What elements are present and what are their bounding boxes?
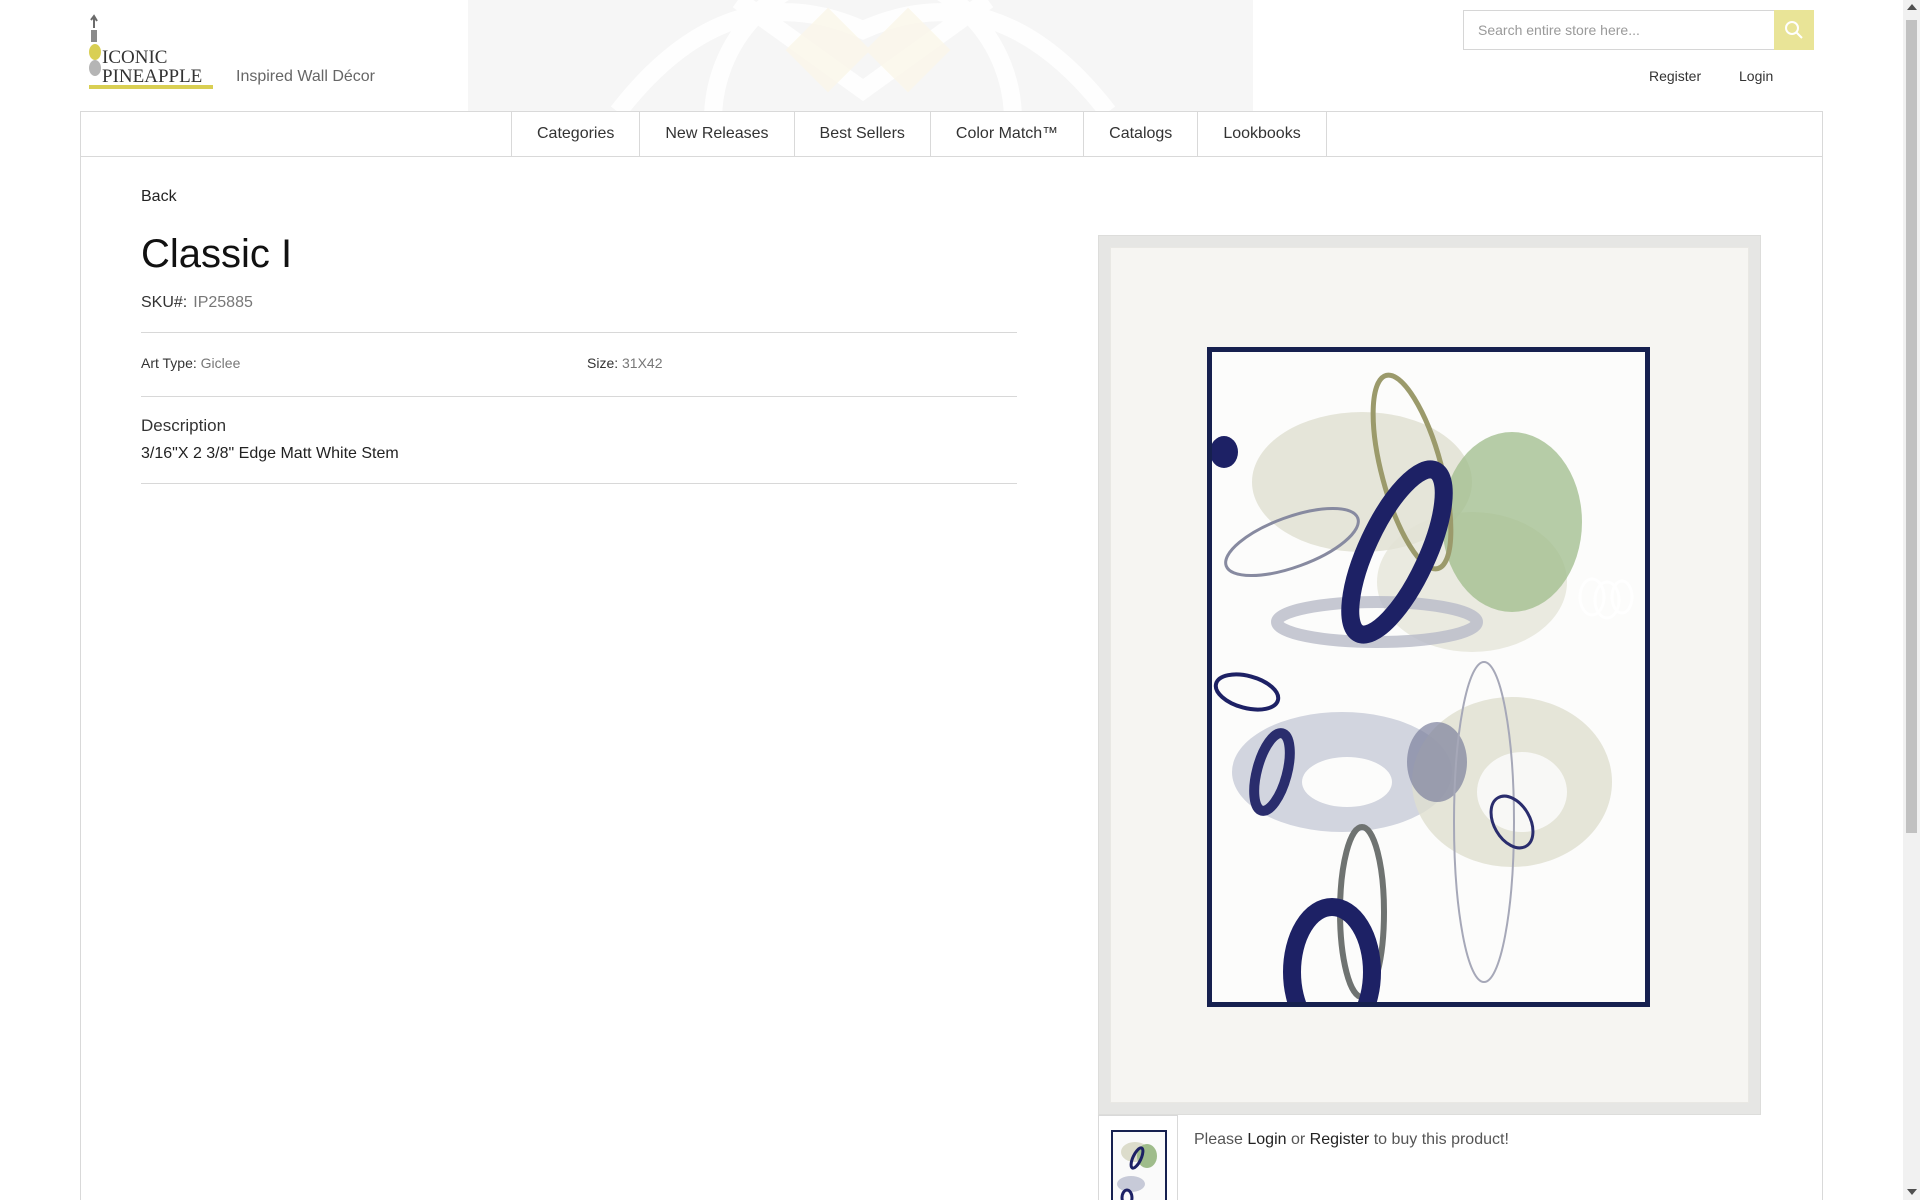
pineapple-pattern-graphic (610, 0, 1116, 112)
vertical-scrollbar[interactable] (1903, 0, 1920, 1200)
abstract-artwork-graphic (1212, 372, 1634, 1002)
scroll-up-arrow-icon[interactable] (1907, 4, 1917, 10)
logo-text-iconic: ICONIC (102, 47, 167, 68)
prompt-register-link[interactable]: Register (1310, 1131, 1370, 1148)
purchase-row: Please Login or Register to buy this pro… (1098, 1115, 1761, 1200)
nav-item-color-match[interactable]: Color Match™ (931, 112, 1085, 156)
pineapple-logo-icon: ICONIC PINEAPPLE (89, 14, 213, 89)
scroll-down-arrow-icon[interactable] (1907, 1189, 1917, 1195)
search-icon (1785, 21, 1803, 39)
site-header: ICONIC PINEAPPLE Inspired Wall Décor Reg… (0, 0, 1920, 112)
sku-label: SKU#: (141, 294, 188, 311)
nav-item-lookbooks[interactable]: Lookbooks (1198, 112, 1327, 156)
site-tagline: Inspired Wall Décor (236, 68, 376, 85)
divider (141, 396, 1017, 397)
size-spec: Size: 31X42 (587, 355, 663, 371)
prompt-login-link[interactable]: Login (1247, 1131, 1286, 1148)
login-prompt: Please Login or Register to buy this pro… (1194, 1131, 1509, 1149)
logo-text-pineapple: PINEAPPLE (102, 66, 202, 87)
nav-items: Categories New Releases Best Sellers Col… (511, 112, 1327, 156)
thumbnail-artwork (1111, 1130, 1167, 1200)
sku-value: IP25885 (193, 294, 253, 311)
nav-item-best-sellers[interactable]: Best Sellers (795, 112, 931, 156)
login-prompt-or: or (1290, 1131, 1306, 1148)
back-link[interactable]: Back (141, 188, 177, 206)
size-value: 31X42 (622, 355, 663, 371)
description-heading: Description (141, 416, 227, 435)
login-prompt-suffix: to buy this product! (1373, 1131, 1509, 1148)
scrollbar-thumb[interactable] (1906, 20, 1917, 833)
search-box (1463, 10, 1814, 50)
product-title: Classic I (141, 232, 293, 276)
description-text: 3/16"X 2 3/8" Edge Matt White Stem (141, 445, 399, 462)
thumbnail-artwork-graphic (1117, 1142, 1157, 1200)
divider (141, 332, 1017, 333)
search-input[interactable] (1464, 11, 1774, 49)
nav-item-catalogs[interactable]: Catalogs (1084, 112, 1199, 156)
nav-item-new-releases[interactable]: New Releases (640, 112, 795, 156)
art-type-value: Giclee (200, 355, 241, 371)
product-thumbnail[interactable] (1098, 1115, 1178, 1200)
header-decorative-background (468, 0, 1253, 112)
main-navigation: Categories New Releases Best Sellers Col… (81, 112, 1822, 157)
product-mat (1110, 247, 1749, 1103)
product-sku: SKU#: IP25885 (141, 294, 253, 312)
nav-item-categories[interactable]: Categories (511, 112, 641, 156)
size-label: Size: (587, 355, 619, 371)
artwork-image (1207, 347, 1650, 1007)
search-button[interactable] (1774, 10, 1814, 50)
site-logo[interactable]: ICONIC PINEAPPLE (88, 14, 214, 90)
art-type-spec: Art Type: Giclee (141, 355, 240, 371)
header-register-link[interactable]: Register (1649, 68, 1701, 84)
login-prompt-prefix: Please (1194, 1131, 1243, 1148)
header-login-link[interactable]: Login (1739, 68, 1773, 84)
product-image[interactable] (1098, 235, 1761, 1115)
art-type-label: Art Type: (141, 355, 197, 371)
divider (141, 483, 1017, 484)
